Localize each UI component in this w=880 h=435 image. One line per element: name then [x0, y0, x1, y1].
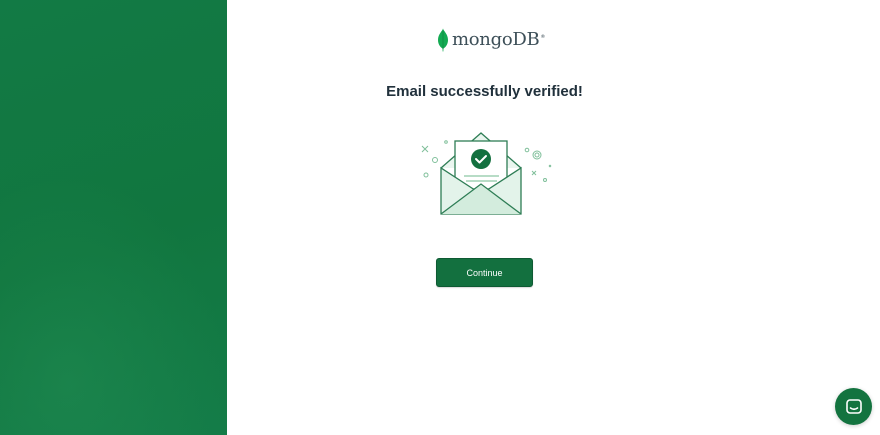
main-content: mongoDB® Email successfully verified! Co…	[227, 0, 880, 435]
chat-bubble-icon	[845, 398, 862, 414]
logo-wordmark: mongoDB®	[452, 29, 546, 50]
mongodb-leaf-icon	[438, 28, 448, 52]
chat-launcher-button[interactable]	[835, 388, 872, 425]
registered-mark: ®	[540, 34, 546, 40]
side-panel-glow	[0, 175, 227, 435]
brand-side-panel	[0, 0, 227, 435]
envelope-check-icon	[421, 132, 552, 215]
page-title: Email successfully verified!	[386, 83, 583, 100]
continue-button[interactable]: Continue	[436, 258, 533, 287]
email-verified-page: mongoDB® Email successfully verified! Co…	[0, 0, 880, 435]
mongodb-logo[interactable]: mongoDB®	[437, 27, 545, 53]
